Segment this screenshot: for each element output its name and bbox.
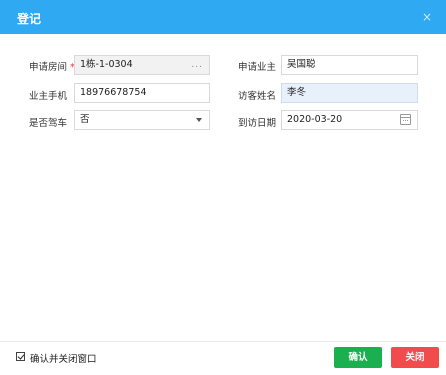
room-field[interactable]: 1栋-1-0304 ... <box>74 55 210 75</box>
more-options-icon[interactable]: ... <box>191 56 203 74</box>
chevron-down-icon[interactable] <box>196 118 202 122</box>
driving-select[interactable]: 否 <box>74 110 210 130</box>
close-icon[interactable]: × <box>422 10 432 24</box>
driving-label: 是否驾车 <box>29 118 68 129</box>
confirm-button[interactable]: 确认 <box>334 347 382 368</box>
visit-date-label: 到访日期 <box>238 118 277 129</box>
driving-value: 否 <box>80 114 90 125</box>
calendar-icon[interactable] <box>400 114 411 125</box>
room-label: 申请房间 * <box>29 62 75 73</box>
room-value: 1栋-1-0304 <box>80 59 133 70</box>
owner-phone-value: 18976678754 <box>80 87 147 98</box>
confirm-close-checkbox-label: 确认并关闭窗口 <box>30 354 97 365</box>
owner-phone-field[interactable]: 18976678754 <box>74 83 210 103</box>
footer-divider <box>0 341 446 342</box>
owner-field[interactable]: 吴国聪 <box>281 55 418 75</box>
visitor-name-value: 李冬 <box>287 87 307 98</box>
dialog-title: 登记 <box>17 12 42 26</box>
owner-value: 吴国聪 <box>287 59 316 70</box>
visit-date-value: 2020-03-20 <box>287 114 343 125</box>
confirm-close-checkbox[interactable] <box>16 352 25 361</box>
register-dialog: 登记 × 申请房间 * 1栋-1-0304 ... 申请业主 吴国聪 业主手机 1… <box>0 0 446 375</box>
visit-date-field[interactable]: 2020-03-20 <box>281 110 418 130</box>
owner-label: 申请业主 <box>238 62 277 73</box>
dialog-titlebar: 登记 × <box>0 0 446 34</box>
visitor-name-label: 访客姓名 <box>238 91 277 102</box>
owner-phone-label: 业主手机 <box>29 91 68 102</box>
close-button[interactable]: 关闭 <box>391 347 439 368</box>
visitor-name-field[interactable]: 李冬 <box>281 83 418 103</box>
